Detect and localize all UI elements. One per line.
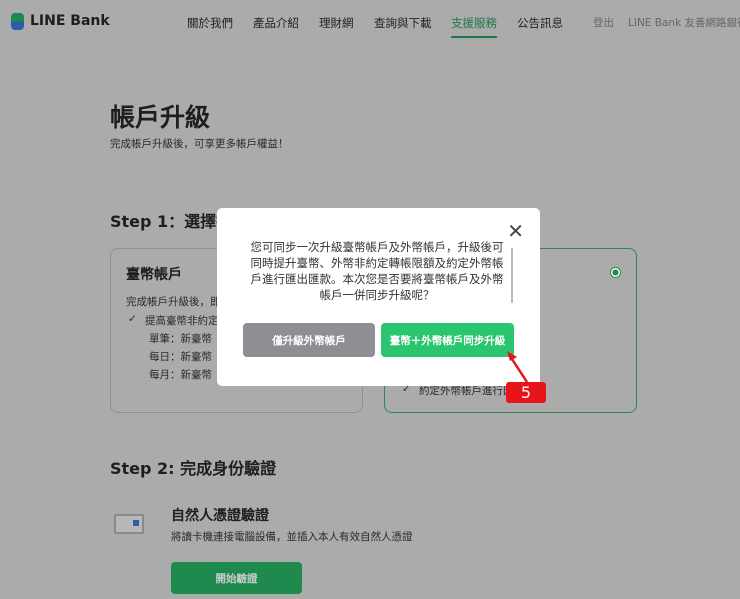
friendly-bank-link[interactable]: LINE Bank 友善網路銀行 bbox=[628, 15, 740, 30]
logo-text[interactable]: LINE Bank bbox=[30, 13, 110, 29]
card-reader-icon bbox=[114, 514, 144, 534]
close-icon[interactable]: ✕ bbox=[507, 219, 524, 243]
step-annotation-badge: 5 bbox=[506, 382, 546, 403]
limit-daily: 每日：新臺幣 bbox=[149, 351, 212, 363]
upgrade-both-button[interactable]: 臺幣＋外幣帳戶同步升級 bbox=[381, 323, 514, 357]
nav-products[interactable]: 產品介紹 bbox=[253, 15, 299, 31]
limit-single: 單筆：新臺幣 bbox=[149, 333, 212, 345]
start-verify-button[interactable]: 開始驗證 bbox=[171, 562, 302, 594]
page-subtitle: 完成帳戶升級後，可享更多帳戶權益！ bbox=[110, 138, 289, 150]
nav-news[interactable]: 公告訊息 bbox=[517, 15, 563, 31]
modal-message: 您可同步一次升級臺幣帳戶及外幣帳戶，升級後可同時提升臺幣、外幣非約定轉帳限額及約… bbox=[250, 240, 504, 302]
nav-support[interactable]: 支援服務 bbox=[451, 15, 497, 38]
scrollbar[interactable] bbox=[511, 248, 513, 303]
verify-title: 自然人憑證驗證 bbox=[171, 508, 269, 524]
card-check: 提高臺幣非約定 bbox=[145, 315, 219, 327]
line-bank-logo-icon bbox=[11, 13, 24, 30]
limit-monthly: 每月：新臺幣 bbox=[149, 369, 212, 381]
page-title: 帳戶升級 bbox=[110, 103, 211, 132]
annotation-arrow-icon bbox=[507, 351, 529, 383]
check-icon: ✓ bbox=[128, 313, 137, 325]
nav-wealth[interactable]: 理財網 bbox=[319, 15, 354, 31]
card-desc: 完成帳戶升級後，即 bbox=[126, 296, 221, 308]
logout-link[interactable]: 登出 bbox=[593, 15, 614, 30]
card-title: 臺幣帳戶 bbox=[126, 267, 182, 283]
step1-heading: Step 1：選擇欲 bbox=[110, 212, 233, 231]
upgrade-fx-only-button[interactable]: 僅升級外幣帳戶 bbox=[243, 323, 375, 357]
nav-query[interactable]: 查詢與下載 bbox=[374, 15, 432, 31]
verify-desc: 將讀卡機連接電腦設備，並插入本人有效自然人憑證 bbox=[171, 531, 413, 543]
radio-selected[interactable] bbox=[610, 267, 621, 278]
step2-heading: Step 2: 完成身份驗證 bbox=[110, 459, 277, 478]
sync-upgrade-modal: ✕ 您可同步一次升級臺幣帳戶及外幣帳戶，升級後可同時提升臺幣、外幣非約定轉帳限額… bbox=[217, 208, 540, 386]
nav-about[interactable]: 關於我們 bbox=[187, 15, 233, 31]
